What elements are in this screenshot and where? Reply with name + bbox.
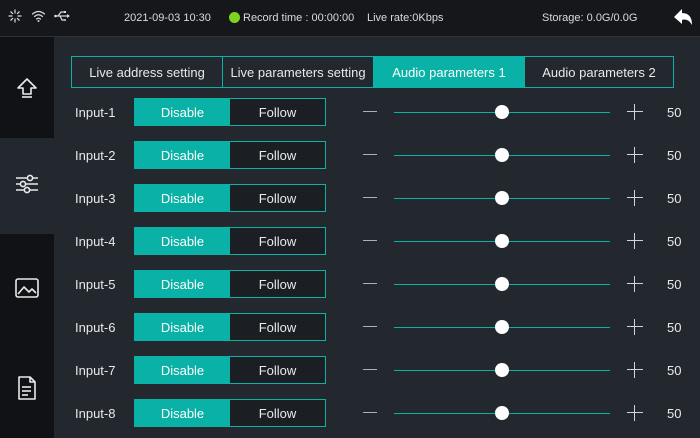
disable-button[interactable]: Disable xyxy=(135,142,230,168)
slider-thumb[interactable] xyxy=(495,406,509,420)
mode-toggle: Disable Follow xyxy=(134,184,326,212)
slider-thumb[interactable] xyxy=(495,234,509,248)
storage: Storage: 0.0G/0.0G xyxy=(542,12,638,24)
volume-value: 50 xyxy=(667,191,682,206)
disable-button[interactable]: Disable xyxy=(135,400,230,426)
brightness-icon xyxy=(8,9,22,26)
disable-button[interactable]: Disable xyxy=(135,228,230,254)
volume-increase-button[interactable] xyxy=(627,362,643,378)
input-label: Input-7 xyxy=(75,363,116,378)
slider-thumb[interactable] xyxy=(495,191,509,205)
volume-slider[interactable] xyxy=(394,361,610,379)
input-label: Input-4 xyxy=(75,234,116,249)
follow-button[interactable]: Follow xyxy=(230,357,325,383)
input-row: Input-8 Disable Follow 50 xyxy=(0,399,700,429)
volume-decrease-button[interactable] xyxy=(363,240,377,241)
slider-thumb[interactable] xyxy=(495,363,509,377)
slider-thumb[interactable] xyxy=(495,148,509,162)
input-row: Input-3 Disable Follow 50 xyxy=(0,184,700,214)
volume-increase-button[interactable] xyxy=(627,190,643,206)
volume-value: 50 xyxy=(667,234,682,249)
volume-decrease-button[interactable] xyxy=(363,111,377,112)
disable-button[interactable]: Disable xyxy=(135,185,230,211)
status-bar: 2021-09-03 10:30 Record time : 00:00:00 … xyxy=(0,0,700,37)
tab-audio-parameters-2[interactable]: Audio parameters 2 xyxy=(525,57,673,87)
tab-live-parameters-setting[interactable]: Live parameters setting xyxy=(223,57,374,87)
volume-slider[interactable] xyxy=(394,318,610,336)
slider-thumb[interactable] xyxy=(495,320,509,334)
volume-slider[interactable] xyxy=(394,103,610,121)
mode-toggle: Disable Follow xyxy=(134,227,326,255)
volume-decrease-button[interactable] xyxy=(363,412,377,413)
follow-button[interactable]: Follow xyxy=(230,185,325,211)
volume-increase-button[interactable] xyxy=(627,147,643,163)
follow-button[interactable]: Follow xyxy=(230,142,325,168)
follow-button[interactable]: Follow xyxy=(230,99,325,125)
datetime: 2021-09-03 10:30 xyxy=(124,12,211,24)
disable-button[interactable]: Disable xyxy=(135,271,230,297)
tab-bar: Live address setting Live parameters set… xyxy=(71,56,674,88)
input-label: Input-6 xyxy=(75,320,116,335)
input-label: Input-2 xyxy=(75,148,116,163)
record-indicator-icon xyxy=(229,12,240,23)
mode-toggle: Disable Follow xyxy=(134,399,326,427)
volume-value: 50 xyxy=(667,363,682,378)
input-label: Input-3 xyxy=(75,191,116,206)
volume-value: 50 xyxy=(667,406,682,421)
follow-button[interactable]: Follow xyxy=(230,228,325,254)
volume-decrease-button[interactable] xyxy=(363,326,377,327)
volume-slider[interactable] xyxy=(394,404,610,422)
disable-button[interactable]: Disable xyxy=(135,357,230,383)
volume-value: 50 xyxy=(667,105,682,120)
disable-button[interactable]: Disable xyxy=(135,99,230,125)
volume-value: 50 xyxy=(667,320,682,335)
volume-increase-button[interactable] xyxy=(627,233,643,249)
wifi-icon xyxy=(31,9,46,26)
mode-toggle: Disable Follow xyxy=(134,270,326,298)
follow-button[interactable]: Follow xyxy=(230,271,325,297)
live-rate: Live rate:0Kbps xyxy=(367,12,444,24)
mode-toggle: Disable Follow xyxy=(134,356,326,384)
volume-increase-button[interactable] xyxy=(627,104,643,120)
input-row: Input-7 Disable Follow 50 xyxy=(0,356,700,386)
input-row: Input-1 Disable Follow 50 xyxy=(0,98,700,128)
mode-toggle: Disable Follow xyxy=(134,141,326,169)
input-label: Input-5 xyxy=(75,277,116,292)
volume-slider[interactable] xyxy=(394,232,610,250)
input-label: Input-8 xyxy=(75,406,116,421)
input-row: Input-5 Disable Follow 50 xyxy=(0,270,700,300)
volume-slider[interactable] xyxy=(394,275,610,293)
volume-slider[interactable] xyxy=(394,189,610,207)
volume-value: 50 xyxy=(667,148,682,163)
tab-audio-parameters-1[interactable]: Audio parameters 1 xyxy=(374,57,525,87)
input-row: Input-6 Disable Follow 50 xyxy=(0,313,700,343)
back-arrow-icon[interactable] xyxy=(672,6,694,31)
input-row: Input-4 Disable Follow 50 xyxy=(0,227,700,257)
follow-button[interactable]: Follow xyxy=(230,314,325,340)
mode-toggle: Disable Follow xyxy=(134,98,326,126)
volume-value: 50 xyxy=(667,277,682,292)
follow-button[interactable]: Follow xyxy=(230,400,325,426)
volume-decrease-button[interactable] xyxy=(363,197,377,198)
volume-increase-button[interactable] xyxy=(627,405,643,421)
tab-live-address-setting[interactable]: Live address setting xyxy=(72,57,223,87)
volume-increase-button[interactable] xyxy=(627,276,643,292)
slider-thumb[interactable] xyxy=(495,277,509,291)
volume-decrease-button[interactable] xyxy=(363,283,377,284)
input-row: Input-2 Disable Follow 50 xyxy=(0,141,700,171)
disable-button[interactable]: Disable xyxy=(135,314,230,340)
mode-toggle: Disable Follow xyxy=(134,313,326,341)
volume-decrease-button[interactable] xyxy=(363,154,377,155)
slider-thumb[interactable] xyxy=(495,105,509,119)
volume-slider[interactable] xyxy=(394,146,610,164)
volume-increase-button[interactable] xyxy=(627,319,643,335)
record-time: Record time : 00:00:00 xyxy=(243,12,355,24)
volume-decrease-button[interactable] xyxy=(363,369,377,370)
usb-icon xyxy=(54,9,70,26)
input-label: Input-1 xyxy=(75,105,116,120)
